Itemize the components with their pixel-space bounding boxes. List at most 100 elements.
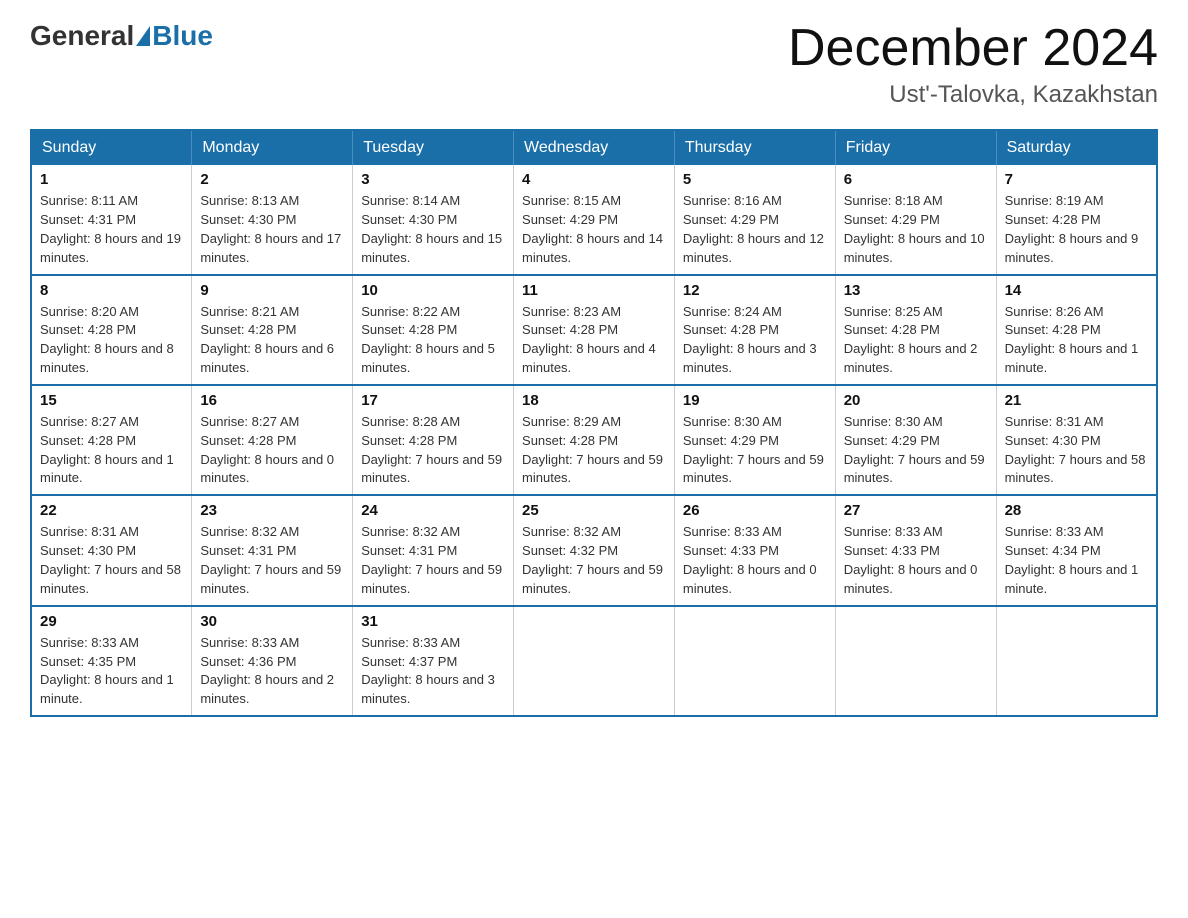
- calendar-day-cell: 26 Sunrise: 8:33 AM Sunset: 4:33 PM Dayl…: [674, 495, 835, 605]
- calendar-week-row: 1 Sunrise: 8:11 AM Sunset: 4:31 PM Dayli…: [31, 165, 1157, 274]
- day-number: 26: [683, 502, 827, 519]
- weekday-header-friday: Friday: [835, 130, 996, 165]
- calendar-day-cell: 24 Sunrise: 8:32 AM Sunset: 4:31 PM Dayl…: [353, 495, 514, 605]
- calendar-table: SundayMondayTuesdayWednesdayThursdayFrid…: [30, 129, 1158, 717]
- calendar-title: December 2024: [788, 20, 1158, 77]
- calendar-day-cell: 22 Sunrise: 8:31 AM Sunset: 4:30 PM Dayl…: [31, 495, 192, 605]
- day-info: Sunrise: 8:33 AM Sunset: 4:36 PM Dayligh…: [200, 634, 344, 709]
- day-number: 2: [200, 171, 344, 188]
- calendar-day-cell: 11 Sunrise: 8:23 AM Sunset: 4:28 PM Dayl…: [514, 275, 675, 385]
- day-info: Sunrise: 8:21 AM Sunset: 4:28 PM Dayligh…: [200, 303, 344, 378]
- calendar-day-cell: 5 Sunrise: 8:16 AM Sunset: 4:29 PM Dayli…: [674, 165, 835, 274]
- day-number: 9: [200, 282, 344, 299]
- day-info: Sunrise: 8:31 AM Sunset: 4:30 PM Dayligh…: [1005, 413, 1148, 488]
- calendar-day-cell: 4 Sunrise: 8:15 AM Sunset: 4:29 PM Dayli…: [514, 165, 675, 274]
- calendar-day-cell: [835, 606, 996, 716]
- day-info: Sunrise: 8:32 AM Sunset: 4:32 PM Dayligh…: [522, 523, 666, 598]
- day-info: Sunrise: 8:29 AM Sunset: 4:28 PM Dayligh…: [522, 413, 666, 488]
- calendar-day-cell: 15 Sunrise: 8:27 AM Sunset: 4:28 PM Dayl…: [31, 385, 192, 495]
- day-number: 8: [40, 282, 183, 299]
- day-number: 28: [1005, 502, 1148, 519]
- calendar-day-cell: 30 Sunrise: 8:33 AM Sunset: 4:36 PM Dayl…: [192, 606, 353, 716]
- title-block: December 2024 Ust'-Talovka, Kazakhstan: [788, 20, 1158, 109]
- day-info: Sunrise: 8:14 AM Sunset: 4:30 PM Dayligh…: [361, 192, 505, 267]
- calendar-day-cell: 29 Sunrise: 8:33 AM Sunset: 4:35 PM Dayl…: [31, 606, 192, 716]
- calendar-day-cell: 20 Sunrise: 8:30 AM Sunset: 4:29 PM Dayl…: [835, 385, 996, 495]
- calendar-day-cell: 13 Sunrise: 8:25 AM Sunset: 4:28 PM Dayl…: [835, 275, 996, 385]
- day-number: 24: [361, 502, 505, 519]
- calendar-day-cell: 7 Sunrise: 8:19 AM Sunset: 4:28 PM Dayli…: [996, 165, 1157, 274]
- calendar-day-cell: 9 Sunrise: 8:21 AM Sunset: 4:28 PM Dayli…: [192, 275, 353, 385]
- day-info: Sunrise: 8:30 AM Sunset: 4:29 PM Dayligh…: [683, 413, 827, 488]
- day-info: Sunrise: 8:23 AM Sunset: 4:28 PM Dayligh…: [522, 303, 666, 378]
- calendar-day-cell: 2 Sunrise: 8:13 AM Sunset: 4:30 PM Dayli…: [192, 165, 353, 274]
- day-number: 10: [361, 282, 505, 299]
- calendar-day-cell: 19 Sunrise: 8:30 AM Sunset: 4:29 PM Dayl…: [674, 385, 835, 495]
- day-number: 14: [1005, 282, 1148, 299]
- day-info: Sunrise: 8:11 AM Sunset: 4:31 PM Dayligh…: [40, 192, 183, 267]
- weekday-header-sunday: Sunday: [31, 130, 192, 165]
- day-number: 11: [522, 282, 666, 299]
- day-info: Sunrise: 8:33 AM Sunset: 4:35 PM Dayligh…: [40, 634, 183, 709]
- day-number: 27: [844, 502, 988, 519]
- weekday-header-monday: Monday: [192, 130, 353, 165]
- calendar-day-cell: 14 Sunrise: 8:26 AM Sunset: 4:28 PM Dayl…: [996, 275, 1157, 385]
- calendar-week-row: 8 Sunrise: 8:20 AM Sunset: 4:28 PM Dayli…: [31, 275, 1157, 385]
- calendar-header-row: SundayMondayTuesdayWednesdayThursdayFrid…: [31, 130, 1157, 165]
- day-info: Sunrise: 8:24 AM Sunset: 4:28 PM Dayligh…: [683, 303, 827, 378]
- day-number: 29: [40, 613, 183, 630]
- logo-blue-text: Blue: [152, 20, 213, 52]
- day-number: 30: [200, 613, 344, 630]
- weekday-header-tuesday: Tuesday: [353, 130, 514, 165]
- calendar-day-cell: 16 Sunrise: 8:27 AM Sunset: 4:28 PM Dayl…: [192, 385, 353, 495]
- day-info: Sunrise: 8:25 AM Sunset: 4:28 PM Dayligh…: [844, 303, 988, 378]
- calendar-day-cell: 23 Sunrise: 8:32 AM Sunset: 4:31 PM Dayl…: [192, 495, 353, 605]
- calendar-week-row: 15 Sunrise: 8:27 AM Sunset: 4:28 PM Dayl…: [31, 385, 1157, 495]
- page-header: General Blue December 2024 Ust'-Talovka,…: [30, 20, 1158, 109]
- logo-triangle-icon: [136, 26, 150, 46]
- day-number: 16: [200, 392, 344, 409]
- day-number: 6: [844, 171, 988, 188]
- calendar-week-row: 22 Sunrise: 8:31 AM Sunset: 4:30 PM Dayl…: [31, 495, 1157, 605]
- day-info: Sunrise: 8:15 AM Sunset: 4:29 PM Dayligh…: [522, 192, 666, 267]
- day-info: Sunrise: 8:26 AM Sunset: 4:28 PM Dayligh…: [1005, 303, 1148, 378]
- calendar-day-cell: 27 Sunrise: 8:33 AM Sunset: 4:33 PM Dayl…: [835, 495, 996, 605]
- day-number: 19: [683, 392, 827, 409]
- day-info: Sunrise: 8:32 AM Sunset: 4:31 PM Dayligh…: [361, 523, 505, 598]
- day-info: Sunrise: 8:18 AM Sunset: 4:29 PM Dayligh…: [844, 192, 988, 267]
- calendar-day-cell: 6 Sunrise: 8:18 AM Sunset: 4:29 PM Dayli…: [835, 165, 996, 274]
- calendar-day-cell: 25 Sunrise: 8:32 AM Sunset: 4:32 PM Dayl…: [514, 495, 675, 605]
- day-info: Sunrise: 8:33 AM Sunset: 4:33 PM Dayligh…: [683, 523, 827, 598]
- calendar-week-row: 29 Sunrise: 8:33 AM Sunset: 4:35 PM Dayl…: [31, 606, 1157, 716]
- calendar-day-cell: 31 Sunrise: 8:33 AM Sunset: 4:37 PM Dayl…: [353, 606, 514, 716]
- calendar-day-cell: 17 Sunrise: 8:28 AM Sunset: 4:28 PM Dayl…: [353, 385, 514, 495]
- day-number: 17: [361, 392, 505, 409]
- day-info: Sunrise: 8:33 AM Sunset: 4:37 PM Dayligh…: [361, 634, 505, 709]
- calendar-day-cell: 28 Sunrise: 8:33 AM Sunset: 4:34 PM Dayl…: [996, 495, 1157, 605]
- day-info: Sunrise: 8:16 AM Sunset: 4:29 PM Dayligh…: [683, 192, 827, 267]
- day-number: 1: [40, 171, 183, 188]
- day-number: 31: [361, 613, 505, 630]
- day-number: 7: [1005, 171, 1148, 188]
- day-info: Sunrise: 8:19 AM Sunset: 4:28 PM Dayligh…: [1005, 192, 1148, 267]
- day-number: 13: [844, 282, 988, 299]
- logo: General Blue: [30, 20, 213, 52]
- logo-general-text: General: [30, 20, 134, 52]
- day-info: Sunrise: 8:27 AM Sunset: 4:28 PM Dayligh…: [40, 413, 183, 488]
- day-info: Sunrise: 8:13 AM Sunset: 4:30 PM Dayligh…: [200, 192, 344, 267]
- day-info: Sunrise: 8:27 AM Sunset: 4:28 PM Dayligh…: [200, 413, 344, 488]
- day-number: 21: [1005, 392, 1148, 409]
- weekday-header-wednesday: Wednesday: [514, 130, 675, 165]
- day-number: 3: [361, 171, 505, 188]
- calendar-day-cell: [514, 606, 675, 716]
- calendar-day-cell: 10 Sunrise: 8:22 AM Sunset: 4:28 PM Dayl…: [353, 275, 514, 385]
- calendar-day-cell: 3 Sunrise: 8:14 AM Sunset: 4:30 PM Dayli…: [353, 165, 514, 274]
- weekday-header-saturday: Saturday: [996, 130, 1157, 165]
- day-info: Sunrise: 8:20 AM Sunset: 4:28 PM Dayligh…: [40, 303, 183, 378]
- day-number: 5: [683, 171, 827, 188]
- calendar-day-cell: [674, 606, 835, 716]
- weekday-header-thursday: Thursday: [674, 130, 835, 165]
- day-info: Sunrise: 8:32 AM Sunset: 4:31 PM Dayligh…: [200, 523, 344, 598]
- calendar-day-cell: 1 Sunrise: 8:11 AM Sunset: 4:31 PM Dayli…: [31, 165, 192, 274]
- calendar-day-cell: 18 Sunrise: 8:29 AM Sunset: 4:28 PM Dayl…: [514, 385, 675, 495]
